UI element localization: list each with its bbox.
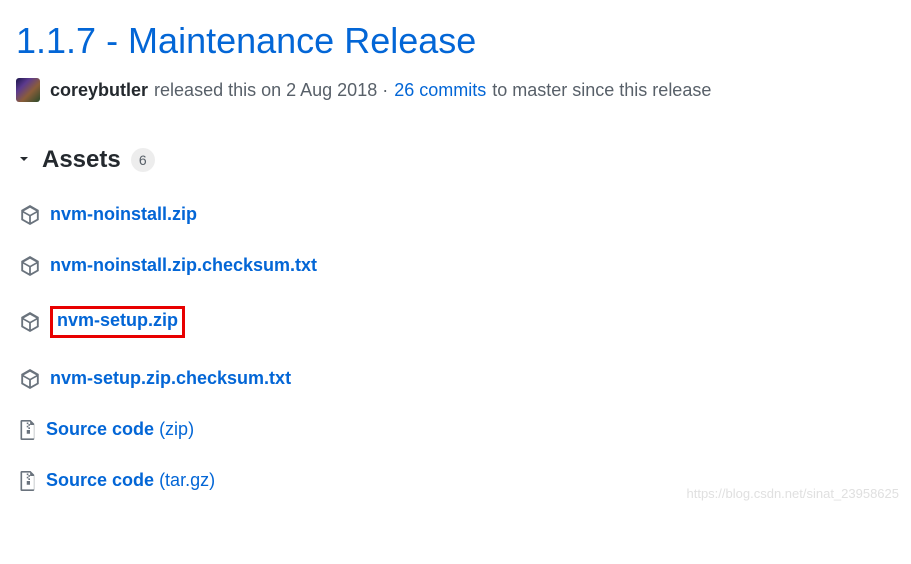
asset-item: nvm-setup.zip — [20, 306, 895, 338]
release-date-text: released this on 2 Aug 2018 · — [154, 80, 388, 101]
file-zip-icon — [20, 420, 36, 440]
asset-name: Source code — [46, 419, 154, 439]
asset-link-highlighted[interactable]: nvm-setup.zip — [50, 306, 185, 338]
asset-item: nvm-noinstall.zip.checksum.txt — [20, 255, 895, 276]
asset-item: nvm-setup.zip.checksum.txt — [20, 368, 895, 389]
asset-link[interactable]: nvm-noinstall.zip.checksum.txt — [50, 255, 317, 276]
assets-count-badge: 6 — [131, 148, 155, 172]
asset-item: Source code (tar.gz) — [20, 470, 895, 491]
commits-link[interactable]: 26 commits — [394, 80, 486, 101]
package-icon — [20, 205, 40, 225]
asset-link[interactable]: nvm-noinstall.zip — [50, 204, 197, 225]
assets-label: Assets — [42, 146, 121, 174]
asset-suffix: (zip) — [159, 419, 194, 439]
asset-suffix: (tar.gz) — [159, 470, 215, 490]
release-meta: coreybutler released this on 2 Aug 2018 … — [16, 78, 895, 102]
package-icon — [20, 312, 40, 332]
author-avatar[interactable] — [16, 78, 40, 102]
chevron-down-icon — [16, 146, 32, 174]
asset-name: Source code — [46, 470, 154, 490]
asset-link[interactable]: Source code (tar.gz) — [46, 470, 215, 491]
assets-toggle[interactable]: Assets 6 — [16, 146, 895, 174]
release-trailing-text: to master since this release — [492, 80, 711, 101]
asset-link[interactable]: Source code (zip) — [46, 419, 194, 440]
asset-item: nvm-noinstall.zip — [20, 204, 895, 225]
asset-link[interactable]: nvm-setup.zip.checksum.txt — [50, 368, 291, 389]
file-zip-icon — [20, 471, 36, 491]
author-link[interactable]: coreybutler — [50, 80, 148, 101]
package-icon — [20, 256, 40, 276]
package-icon — [20, 369, 40, 389]
release-title[interactable]: 1.1.7 - Maintenance Release — [16, 20, 895, 62]
asset-list: nvm-noinstall.zip nvm-noinstall.zip.chec… — [16, 204, 895, 491]
asset-item: Source code (zip) — [20, 419, 895, 440]
